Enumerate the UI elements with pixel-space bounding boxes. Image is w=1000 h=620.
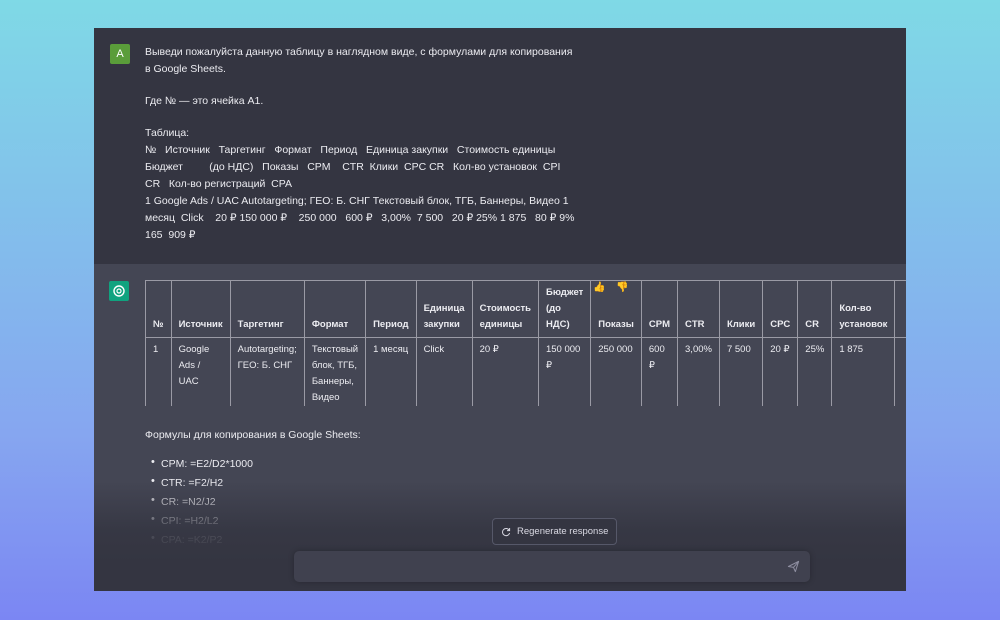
table-cell: 1 xyxy=(145,337,172,406)
table-header-cell: Источник xyxy=(170,280,231,338)
message-input[interactable] xyxy=(294,551,810,582)
feedback-buttons: 👍 👎 xyxy=(593,282,637,293)
table-header-cell: Стоимость единицы xyxy=(471,280,539,338)
user-line: 1 Google Ads / UAC Autotargeting; ГЕО: Б… xyxy=(145,195,569,207)
assistant-avatar-icon xyxy=(109,281,129,301)
table-header-cell: Кол-во установок xyxy=(831,280,896,338)
table-header-cell: CR xyxy=(797,280,833,338)
user-line: Выведи пожалуйста данную таблицу в нагля… xyxy=(145,46,573,58)
table-header-cell: CTR xyxy=(677,280,720,338)
user-avatar: A xyxy=(110,44,130,64)
table-header-cell: Период xyxy=(365,280,417,338)
table-header-cell xyxy=(894,280,906,338)
user-line: Где № — это ячейка A1. xyxy=(145,95,264,107)
table-cell: 25% xyxy=(797,337,833,406)
table-header-cell: Таргетинг xyxy=(229,280,305,338)
table-header-cell: № xyxy=(145,280,172,338)
table-cell: 1 875 xyxy=(831,337,896,406)
user-line: Таблица: xyxy=(145,127,190,139)
table-cell: 150 000 ₽ xyxy=(537,337,592,406)
table-cell: Autotargeting; ГЕО: Б. СНГ xyxy=(229,337,305,406)
chat-window: A Выведи пожалуйста данную таблицу в наг… xyxy=(94,28,906,591)
table-header-cell: CPC xyxy=(762,280,799,338)
refresh-icon xyxy=(502,527,511,536)
table-cell: 20 ₽ xyxy=(471,337,539,406)
table-cell: 20 ₽ xyxy=(762,337,799,406)
formulas-list: CPM: =E2/D2*1000 CTR: =F2/H2 CR: =N2/J2 … xyxy=(145,453,361,550)
table-cell: 1 месяц xyxy=(365,337,417,406)
table-cell: Google Ads / UAC xyxy=(170,337,231,406)
user-line: Бюджет (до НДС) Показы CPM CTR Клики CPC… xyxy=(145,161,561,173)
table-header-cell: Клики xyxy=(718,280,764,338)
user-message: A Выведи пожалуйста данную таблицу в наг… xyxy=(94,28,906,263)
table-cell: 250 000 xyxy=(590,337,642,406)
list-item: CPM: =E2/D2*1000 xyxy=(151,453,361,474)
user-line: 165 909 ₽ xyxy=(145,229,196,241)
user-message-text: Выведи пожалуйста данную таблицу в нагля… xyxy=(145,44,595,244)
data-table-container[interactable]: № Источник Таргетинг Формат Период Едини… xyxy=(145,280,906,406)
table-header-row: № Источник Таргетинг Формат Период Едини… xyxy=(145,280,906,338)
user-line: № Источник Таргетинг Формат Период Едини… xyxy=(145,144,556,156)
user-line: CR Кол-во регистраций CPA xyxy=(145,178,292,190)
regenerate-label: Regenerate response xyxy=(517,526,609,537)
list-item: CPA: =K2/P2 xyxy=(151,529,361,550)
table-header-cell: Формат xyxy=(303,280,367,338)
send-icon[interactable] xyxy=(787,560,800,573)
data-table: № Источник Таргетинг Формат Период Едини… xyxy=(145,280,906,406)
table-cell: 7 500 xyxy=(718,337,764,406)
thumbs-down-icon[interactable]: 👎 xyxy=(616,282,628,293)
regenerate-button[interactable]: Regenerate response xyxy=(492,518,618,545)
list-item: CTR: =F2/H2 xyxy=(151,472,361,493)
table-row: 1 Google Ads / UAC Autotargeting; ГЕО: Б… xyxy=(145,337,906,406)
formulas-heading: Формулы для копирования в Google Sheets: xyxy=(145,429,361,441)
table-header-cell: CPM xyxy=(640,280,679,338)
formulas-section: Формулы для копирования в Google Sheets:… xyxy=(145,429,361,550)
table-cell: 3,00% xyxy=(677,337,720,406)
thumbs-up-icon[interactable]: 👍 xyxy=(593,282,605,293)
table-header-cell: Бюджет (до НДС) xyxy=(537,280,592,338)
list-item: CPI: =H2/L2 xyxy=(151,510,361,531)
table-header-cell: Единица закупки xyxy=(415,280,473,338)
user-line: в Google Sheets. xyxy=(145,63,226,75)
user-line: месяц Click 20 ₽ 150 000 ₽ 250 000 600 ₽… xyxy=(145,212,575,224)
list-item: CR: =N2/J2 xyxy=(151,491,361,512)
table-cell: Текстовый блок, ТГБ, Баннеры, Видео xyxy=(303,337,367,406)
table-cell: 600 ₽ xyxy=(640,337,679,406)
table-cell: Click xyxy=(415,337,473,406)
table-cell xyxy=(894,337,906,406)
